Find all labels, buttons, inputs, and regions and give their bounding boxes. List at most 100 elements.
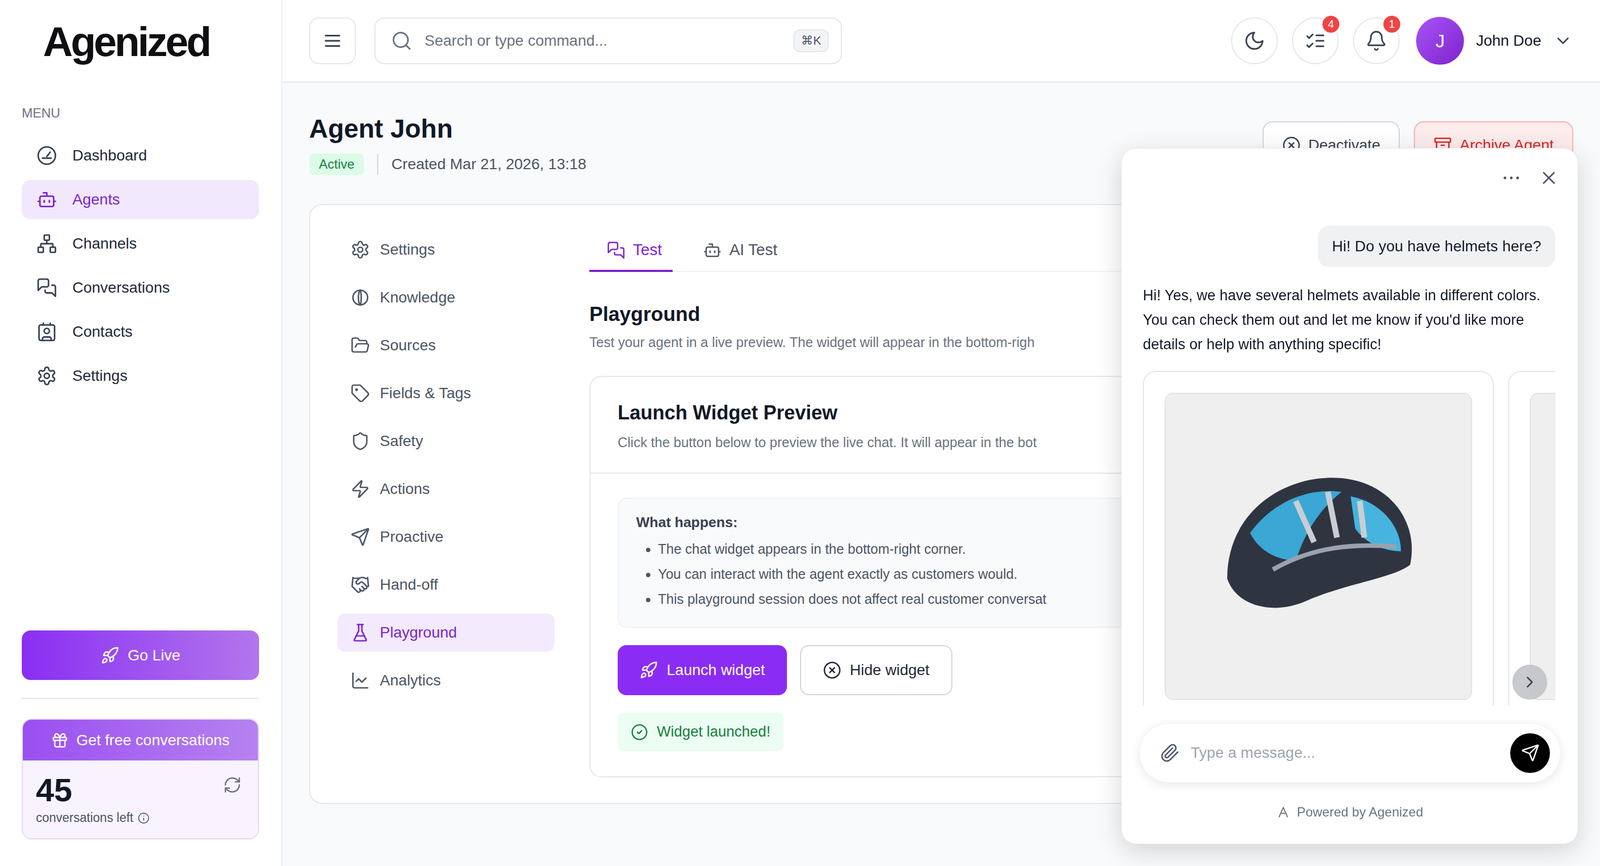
subnav-item[interactable]: Fields & Tags — [337, 374, 555, 413]
preview-description: Click the button below to preview the li… — [617, 433, 1108, 453]
product-card[interactable] — [1508, 371, 1556, 706]
chevron-down-icon — [1553, 31, 1573, 51]
primary-button[interactable]: Launch widget — [617, 645, 787, 696]
promo-body: 45 conversations left — [22, 760, 258, 839]
subnav-item[interactable]: Settings — [337, 230, 555, 269]
free-conversations-button[interactable]: Get free conversations — [22, 720, 258, 761]
sidebar-item[interactable]: Dashboard — [21, 136, 260, 176]
launched-status: Widget launched! — [617, 712, 784, 752]
status-badge: Active — [309, 153, 365, 176]
send-button[interactable] — [1510, 733, 1550, 774]
refresh-button[interactable] — [219, 772, 245, 798]
subnav-item[interactable]: Actions — [337, 470, 555, 509]
agent-subnav: Settings Knowledge Sources Fields & Tags… — [337, 230, 555, 779]
subnav-item[interactable]: Proactive — [337, 518, 555, 557]
robot-icon — [703, 241, 722, 260]
checklist-icon — [1304, 29, 1327, 52]
flask-icon — [350, 623, 371, 643]
info-item: This playground session does not affect … — [657, 586, 1110, 612]
sidebar-item[interactable]: Settings — [21, 356, 260, 396]
tab[interactable]: AI Test — [685, 230, 789, 273]
send-icon — [1521, 743, 1540, 763]
menu-toggle-button[interactable] — [309, 17, 356, 65]
search-icon — [390, 29, 413, 52]
tasks-badge: 4 — [1320, 14, 1341, 35]
sidebar-item[interactable]: Contacts — [21, 312, 260, 352]
sidebar-divider — [21, 698, 260, 700]
sidebar-item-label: Channels — [72, 235, 137, 253]
widget-footer: Powered by Agenized — [1121, 783, 1578, 845]
subnav-item[interactable]: Hand-off — [337, 565, 555, 605]
message-placeholder: Type a message... — [1190, 744, 1500, 762]
carousel-next-button[interactable] — [1512, 665, 1548, 700]
sidebar-menu: Dashboard Agents Channels Conversations … — [21, 136, 260, 396]
network-icon — [36, 233, 58, 255]
logo[interactable]: Agenized — [21, 0, 260, 83]
message-list: Hi! Do you have helmets here? Hi! Yes, we… — [1121, 191, 1578, 706]
logo-text[interactable]: Agenized — [42, 17, 210, 66]
go-live-button[interactable]: Go Live — [21, 630, 260, 681]
search-placeholder: Search or type command... — [424, 32, 782, 50]
meta-separator — [377, 154, 379, 175]
lightning-icon — [350, 479, 371, 500]
notifications-button[interactable]: 1 — [1352, 17, 1400, 65]
promo-card: Get free conversations 45 conversations … — [21, 718, 260, 840]
theme-toggle-button[interactable] — [1231, 17, 1278, 65]
chat-bubbles-icon — [606, 241, 626, 260]
avatar: J — [1416, 16, 1464, 65]
product-carousel — [1142, 371, 1556, 706]
section-description: Test your agent in a live preview. The w… — [589, 333, 1110, 353]
subnav-item[interactable]: Playground — [337, 613, 555, 652]
go-live-label: Go Live — [127, 647, 181, 665]
helmet-picture-icon — [1204, 432, 1433, 662]
user-message: Hi! Do you have helmets here? — [1318, 225, 1556, 268]
refresh-icon — [223, 776, 242, 795]
tab[interactable]: Test — [589, 230, 673, 273]
circle-x-icon — [822, 661, 842, 680]
gear-icon — [350, 240, 371, 260]
app: Agenized MENU Dashboard Agents Channels … — [0, 0, 1600, 866]
robot-icon — [36, 189, 58, 211]
subnav-item[interactable]: Safety — [337, 422, 555, 461]
contact-card-icon — [36, 321, 58, 343]
line-chart-icon — [350, 671, 371, 691]
gear-icon — [36, 365, 58, 387]
widget-close-button[interactable] — [1536, 164, 1562, 192]
user-menu[interactable]: J John Doe — [1416, 16, 1573, 65]
conversations-caption: conversations left — [35, 810, 150, 826]
secondary-button[interactable]: Hide widget — [800, 645, 953, 696]
tasks-button[interactable]: 4 — [1291, 17, 1339, 65]
gauge-icon — [36, 145, 58, 166]
widget-menu-button[interactable] — [1498, 164, 1525, 192]
agent-message: Hi! Yes, we have several helmets availab… — [1142, 283, 1556, 358]
sidebar-item-label: Contacts — [72, 323, 133, 341]
search-field[interactable]: Search or type command... ⌘K — [374, 17, 842, 65]
paperclip-icon — [1160, 743, 1180, 763]
conversations-count: 45 — [35, 772, 150, 809]
folder-icon — [350, 335, 371, 356]
subnav-item[interactable]: Sources — [337, 326, 555, 365]
chat-widget: Hi! Do you have helmets here? Hi! Yes, we… — [1121, 148, 1579, 845]
sidebar-item-label: Agents — [72, 191, 120, 209]
rocket-icon — [639, 661, 658, 680]
sidebar-item-label: Conversations — [72, 279, 170, 297]
moon-icon — [1243, 29, 1266, 52]
menu-label: MENU — [21, 105, 260, 121]
subnav-item[interactable]: Analytics — [337, 661, 555, 700]
sidebar-item[interactable]: Conversations — [21, 268, 260, 308]
product-card[interactable] — [1142, 371, 1494, 706]
paper-plane-icon — [350, 527, 371, 547]
info-item: You can interact with the agent exactly … — [657, 561, 1110, 587]
check-circle-icon — [630, 723, 649, 742]
close-icon — [1538, 167, 1560, 189]
sidebar-item[interactable]: Agents — [21, 180, 260, 220]
notifications-badge: 1 — [1381, 14, 1402, 35]
shortcut-key: ⌘K — [793, 29, 829, 53]
rocket-icon — [100, 646, 120, 666]
page-title: Agent John — [309, 113, 587, 145]
subnav-item[interactable]: Knowledge — [337, 278, 555, 317]
chat-bubbles-icon — [36, 277, 58, 299]
message-input[interactable]: Type a message... — [1139, 723, 1561, 784]
top-bar: Search or type command... ⌘K 4 1 J John … — [282, 0, 1600, 83]
sidebar-item[interactable]: Channels — [21, 224, 260, 264]
